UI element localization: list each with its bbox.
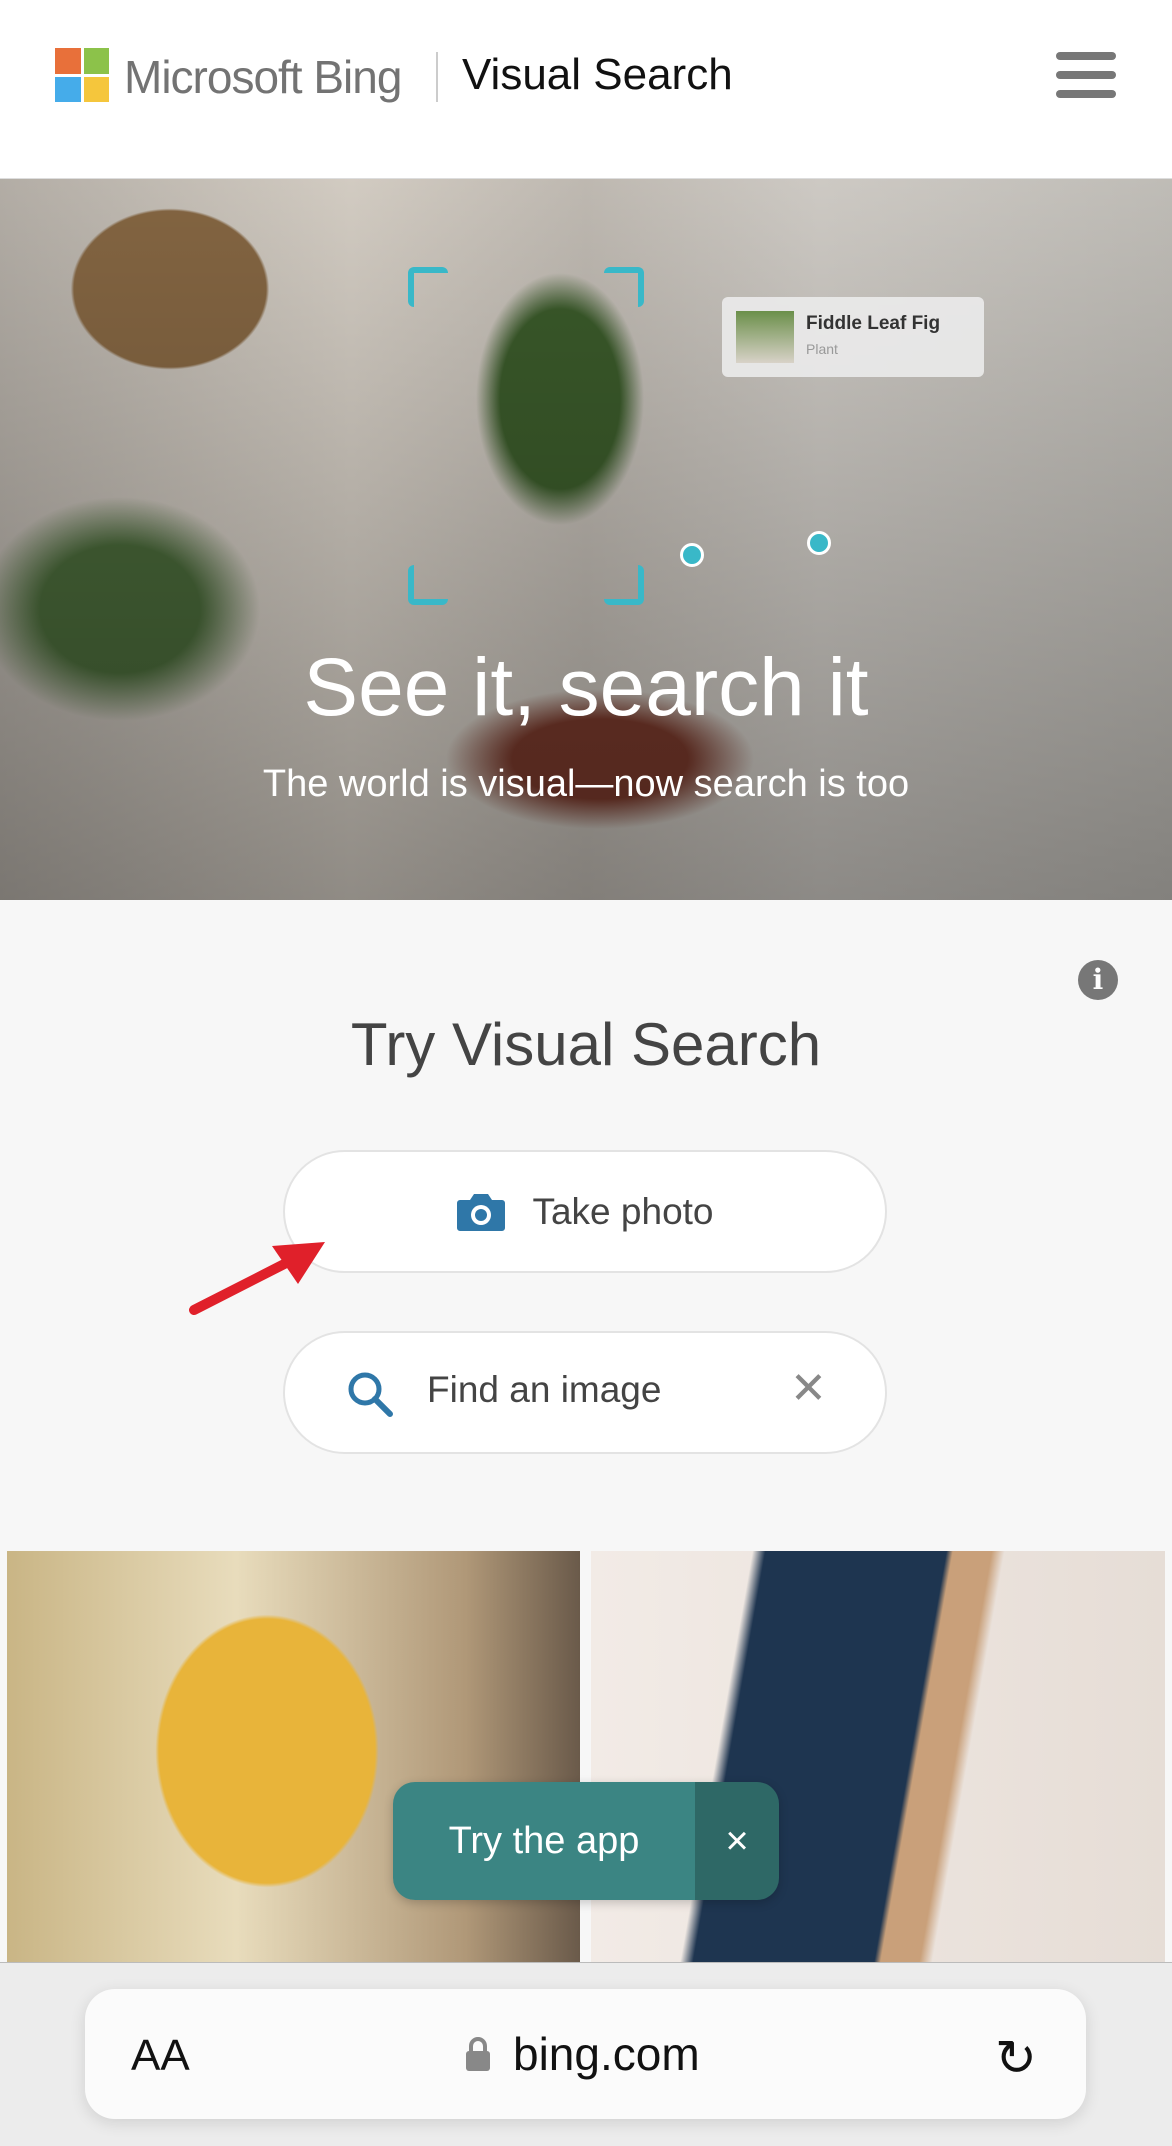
search-icon: [348, 1372, 393, 1417]
focus-bracket-icon: [408, 267, 448, 307]
reload-icon[interactable]: ↻: [995, 2029, 1037, 2087]
red-arrow-annotation: [189, 1242, 325, 1315]
tag-type: Plant: [806, 341, 838, 357]
find-image-placeholder: Find an image: [427, 1369, 662, 1410]
url-domain[interactable]: bing.com: [513, 2027, 700, 2081]
try-the-app-button[interactable]: Try the app: [393, 1782, 695, 1900]
brand-name[interactable]: Microsoft Bing: [124, 50, 402, 104]
tag-thumbnail: [736, 311, 794, 363]
focus-bracket-icon: [604, 267, 644, 307]
sample-image-shoe[interactable]: [591, 1551, 1165, 1962]
take-photo-label: Take photo: [532, 1190, 714, 1232]
product-title[interactable]: Visual Search: [462, 50, 733, 100]
close-icon[interactable]: ×: [695, 1782, 779, 1900]
lock-icon: [466, 2037, 490, 2071]
microsoft-logo[interactable]: [55, 48, 109, 102]
text-size-button[interactable]: AA: [131, 2031, 190, 2081]
hotspot-dot-icon: [807, 531, 831, 555]
sample-image-chair[interactable]: [7, 1551, 580, 1962]
info-icon[interactable]: i: [1078, 960, 1118, 1000]
clear-icon[interactable]: ✕: [790, 1363, 827, 1414]
hero-title: See it, search it: [303, 642, 869, 733]
hero-banner: Fiddle Leaf Fig Plant See it, search it …: [0, 179, 1172, 900]
detected-object-tag: Fiddle Leaf Fig Plant: [722, 297, 984, 377]
take-photo-button[interactable]: Take photo: [283, 1150, 887, 1273]
tag-name: Fiddle Leaf Fig: [806, 313, 941, 334]
header: Microsoft Bing Visual Search: [0, 0, 1172, 179]
hotspot-dot-icon: [680, 543, 704, 567]
camera-icon: [457, 1193, 506, 1231]
try-the-app-banner: Try the app ×: [393, 1782, 779, 1900]
hero-subtitle: The world is visual—now search is too: [262, 763, 910, 805]
address-bar[interactable]: AA bing.com ↻: [85, 1989, 1086, 2119]
section-title: Try Visual Search: [350, 1011, 822, 1078]
focus-bracket-icon: [604, 565, 644, 605]
browser-toolbar: AA bing.com ↻: [0, 1962, 1172, 2146]
find-image-input[interactable]: Find an image ✕: [283, 1331, 887, 1454]
focus-bracket-icon: [408, 565, 448, 605]
hamburger-menu-icon[interactable]: [1056, 52, 1116, 98]
divider: [436, 52, 438, 102]
